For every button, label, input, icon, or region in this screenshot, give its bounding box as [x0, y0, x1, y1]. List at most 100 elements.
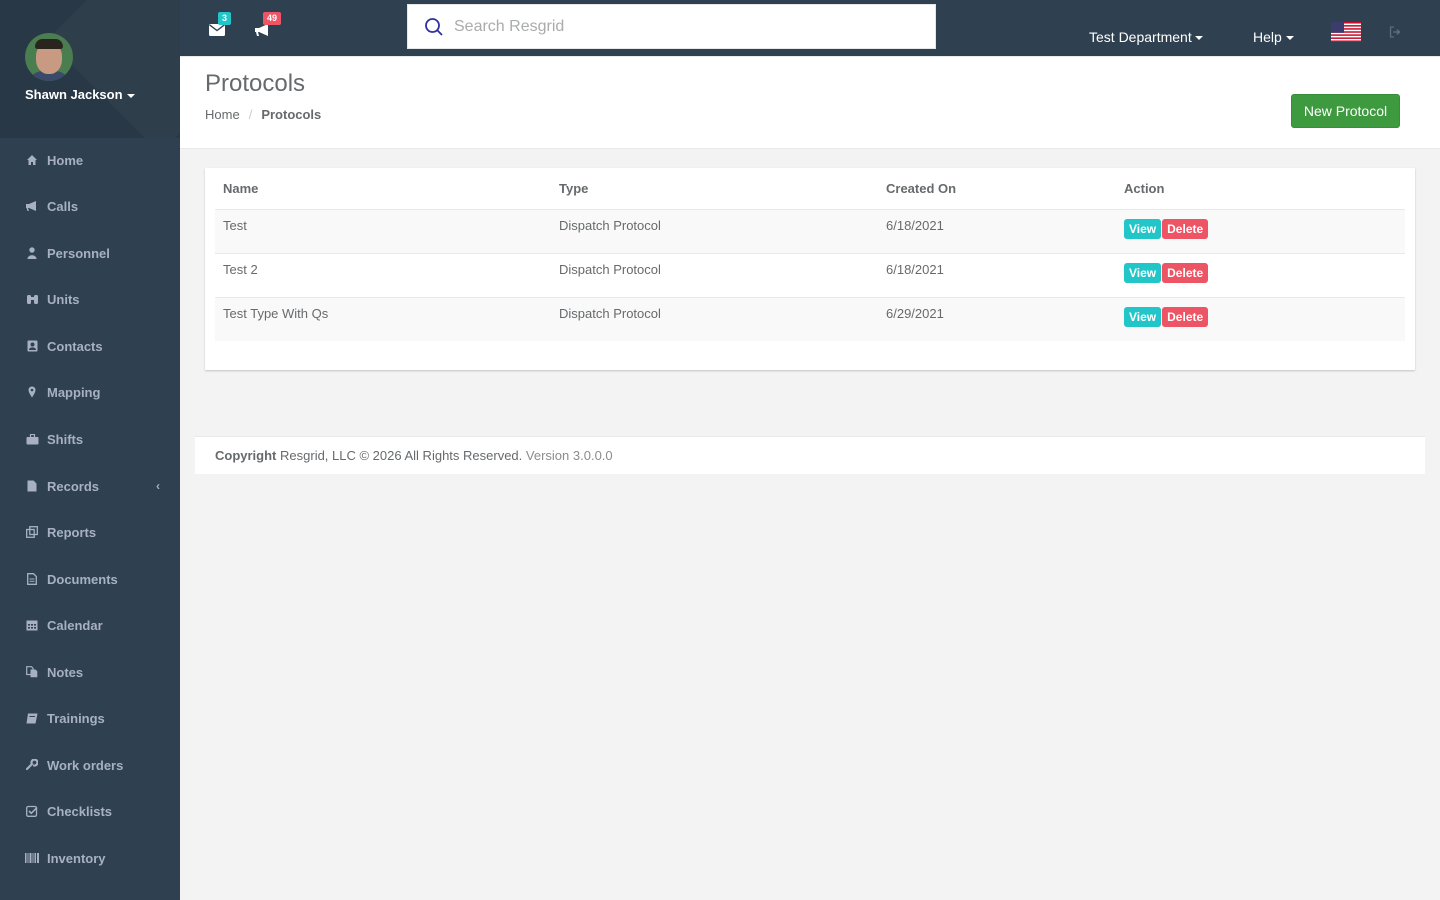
alerts-button[interactable]: 49: [254, 12, 282, 40]
check-square-icon: [25, 804, 39, 818]
messages-button[interactable]: 3: [209, 12, 232, 40]
table-row: Test 2 Dispatch Protocol 6/18/2021 View D…: [215, 252, 1405, 297]
bullhorn-icon: [25, 199, 39, 213]
file-icon: [25, 479, 39, 493]
protocol-created-on: 6/29/2021: [878, 296, 1116, 341]
map-marker-icon: [25, 385, 39, 399]
sidebar-item-reports[interactable]: Reports: [0, 512, 180, 552]
protocol-type: Dispatch Protocol: [551, 208, 878, 253]
sidebar-item-mapping[interactable]: Mapping: [0, 372, 180, 412]
sidebar-item-calendar[interactable]: Calendar: [0, 605, 180, 645]
home-icon: [25, 153, 39, 167]
view-button[interactable]: View: [1124, 306, 1162, 327]
sidebar-item-label: Units: [47, 291, 80, 307]
sidebar-item-label: Contacts: [47, 338, 103, 354]
caret-down-icon: [1285, 36, 1294, 41]
breadcrumb-current: Protocols: [261, 107, 322, 122]
files-icon: [25, 665, 39, 679]
sidebar-item-documents[interactable]: Documents: [0, 559, 180, 599]
footer: Copyright Resgrid, LLC © 2026 All Rights…: [195, 436, 1425, 474]
help-label: Help: [1253, 29, 1282, 45]
search-box: [407, 4, 936, 49]
chevron-left-icon: ‹: [156, 479, 160, 493]
protocol-actions: View Delete: [1116, 208, 1405, 253]
breadcrumb-home-link[interactable]: Home: [205, 107, 240, 122]
protocol-created-on: 6/18/2021: [878, 252, 1116, 297]
breadcrumb: Home / Protocols: [205, 107, 321, 122]
barcode-icon: [25, 851, 39, 865]
caret-down-icon: [126, 93, 135, 98]
avatar[interactable]: [25, 33, 73, 81]
sidebar-item-inventory[interactable]: Inventory: [0, 838, 180, 878]
search-input[interactable]: [454, 17, 924, 36]
wrench-icon: [25, 758, 39, 772]
sidebar-item-label: Mapping: [47, 384, 101, 400]
caret-down-icon: [1194, 36, 1203, 41]
protocol-created-on: 6/18/2021: [878, 208, 1116, 253]
sidebar-item-work-orders[interactable]: Work orders: [0, 745, 180, 785]
table-row: Test Dispatch Protocol 6/18/2021 View Del…: [215, 208, 1405, 253]
protocol-name: Test Type With Qs: [215, 296, 551, 341]
delete-button[interactable]: Delete: [1162, 306, 1209, 327]
sidebar-item-shifts[interactable]: Shifts: [0, 419, 180, 459]
sidebar-item-records[interactable]: Records ‹: [0, 466, 180, 506]
column-header-action: Action: [1116, 168, 1405, 210]
sidebar-item-label: Calls: [47, 198, 79, 214]
page-heading: Protocols Home / Protocols New Protocol: [180, 57, 1440, 149]
sidebar-item-label: Shifts: [47, 431, 84, 447]
copyright-text: Resgrid, LLC © 2026 All Rights Reserved.: [280, 448, 523, 463]
clone-icon: [25, 525, 39, 539]
bullhorn-icon: [255, 24, 268, 36]
view-button[interactable]: View: [1124, 218, 1162, 239]
sidebar-item-label: Home: [47, 152, 84, 168]
us-flag-icon[interactable]: [1331, 22, 1361, 42]
user-name: Shawn Jackson: [25, 87, 123, 102]
search-icon: [425, 17, 443, 36]
page-title: Protocols: [205, 70, 306, 97]
column-header-created-on: Created On: [878, 168, 1116, 210]
sign-out-icon[interactable]: [1389, 26, 1401, 38]
sidebar-item-label: Documents: [47, 571, 118, 587]
sidebar-item-trainings[interactable]: Trainings: [0, 698, 180, 738]
column-header-type: Type: [551, 168, 878, 210]
new-protocol-button[interactable]: New Protocol: [1291, 94, 1400, 128]
breadcrumb-separator: /: [248, 107, 253, 122]
calendar-icon: [25, 618, 39, 632]
alerts-count-badge: 49: [263, 12, 282, 25]
binoculars-icon: [25, 292, 39, 306]
view-button[interactable]: View: [1124, 262, 1162, 283]
sidebar-item-notes[interactable]: Notes: [0, 652, 180, 692]
sidebar-item-calls[interactable]: Calls: [0, 186, 180, 226]
protocols-table: Name Type Created On Action Test Dispatc…: [215, 168, 1405, 341]
table-row: Test Type With Qs Dispatch Protocol 6/29…: [215, 296, 1405, 341]
envelope-icon: [209, 24, 225, 36]
protocols-panel: Name Type Created On Action Test Dispatc…: [205, 168, 1415, 370]
profile-panel: Shawn Jackson: [0, 0, 180, 138]
protocol-actions: View Delete: [1116, 252, 1405, 297]
protocol-name: Test: [215, 208, 551, 253]
delete-button[interactable]: Delete: [1162, 218, 1209, 239]
sidebar-item-home[interactable]: Home: [0, 140, 180, 180]
sidebar-item-label: Personnel: [47, 245, 110, 261]
protocol-name: Test 2: [215, 252, 551, 297]
user-menu-toggle[interactable]: Shawn Jackson: [25, 87, 135, 102]
sidebar: Shawn Jackson Home Calls Personnel Units…: [0, 0, 180, 900]
department-dropdown[interactable]: Test Department: [1089, 29, 1203, 45]
sidebar-item-label: Calendar: [47, 617, 103, 633]
sidebar-item-label: Notes: [47, 664, 84, 680]
sidebar-item-personnel[interactable]: Personnel: [0, 233, 180, 273]
file-text-icon: [25, 572, 39, 586]
sidebar-item-label: Inventory: [47, 850, 106, 866]
delete-button[interactable]: Delete: [1162, 262, 1209, 283]
sidebar-item-checklists[interactable]: Checklists: [0, 791, 180, 831]
help-dropdown[interactable]: Help: [1253, 29, 1294, 45]
messages-count-badge: 3: [218, 12, 232, 25]
sidebar-item-units[interactable]: Units: [0, 279, 180, 319]
briefcase-icon: [25, 432, 39, 446]
protocol-type: Dispatch Protocol: [551, 296, 878, 341]
sidebar-item-contacts[interactable]: Contacts: [0, 326, 180, 366]
protocol-actions: View Delete: [1116, 296, 1405, 341]
book-icon: [25, 711, 39, 725]
sidebar-item-label: Trainings: [47, 710, 105, 726]
sidebar-item-label: Records: [47, 478, 100, 494]
